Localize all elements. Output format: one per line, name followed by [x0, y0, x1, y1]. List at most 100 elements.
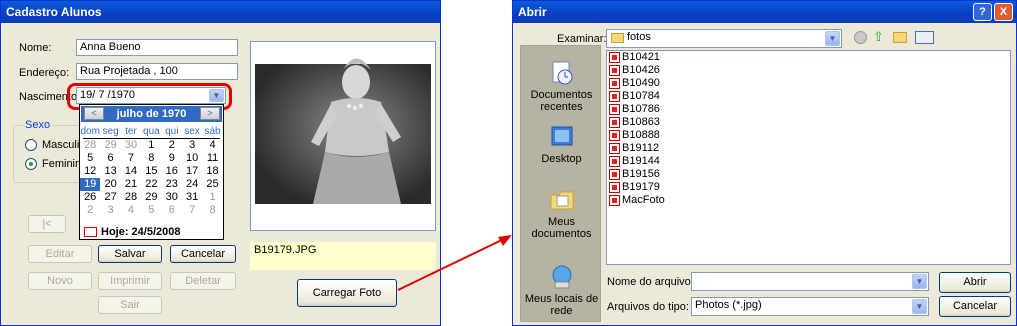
calendar-day[interactable]: 17: [182, 165, 202, 178]
calendar-day[interactable]: 13: [100, 165, 120, 178]
calendar-day[interactable]: 15: [141, 165, 161, 178]
calendar-next-button[interactable]: >: [200, 107, 220, 120]
abrir-cancelar-button[interactable]: Cancelar: [939, 296, 1011, 317]
place-my-documents[interactable]: Meus documentos: [521, 187, 602, 240]
novo-button[interactable]: Novo: [28, 272, 92, 290]
tipo-value: Photos (*.jpg): [695, 299, 762, 311]
file-item[interactable]: B10784: [609, 90, 1010, 103]
image-file-icon: [609, 169, 620, 180]
abrir-titlebar[interactable]: Abrir: [513, 1, 1016, 23]
calendar-day[interactable]: 25: [202, 178, 222, 191]
chevron-down-icon[interactable]: ▼: [912, 274, 927, 289]
calendar-day[interactable]: 22: [141, 178, 161, 191]
calendar-day[interactable]: 16: [162, 165, 182, 178]
place-recent[interactable]: Documentos recentes: [521, 60, 602, 113]
calendar-day[interactable]: 29: [141, 191, 161, 204]
calendar-day[interactable]: 4: [202, 139, 222, 152]
chevron-down-icon[interactable]: ▼: [912, 299, 927, 314]
calendar-day[interactable]: 3: [182, 139, 202, 152]
calendar-day[interactable]: 30: [121, 139, 141, 152]
folder-combo[interactable]: fotos ▼: [606, 29, 842, 48]
calendar-day[interactable]: 4: [121, 204, 141, 217]
calendar-day[interactable]: 30: [162, 191, 182, 204]
image-file-icon: [609, 78, 620, 89]
calendar-day[interactable]: 19: [80, 178, 101, 191]
calendar-day[interactable]: 12: [80, 165, 100, 178]
calendar-day[interactable]: 31: [182, 191, 202, 204]
calendar-day[interactable]: 10: [182, 152, 202, 165]
calendar-day[interactable]: 9: [162, 152, 182, 165]
calendar-day[interactable]: 6: [162, 204, 182, 217]
chevron-down-icon[interactable]: ▼: [825, 31, 840, 46]
calendar-day[interactable]: 24: [182, 178, 202, 191]
calendar-day[interactable]: 18: [202, 165, 222, 178]
calendar-day[interactable]: 27: [100, 191, 120, 204]
endereco-label: Endereço:: [19, 67, 70, 79]
up-folder-icon[interactable]: ⇧: [873, 30, 887, 45]
salvar-button[interactable]: Salvar: [98, 245, 162, 263]
deletar-button[interactable]: Deletar: [170, 272, 236, 290]
calendar-day[interactable]: 5: [141, 204, 161, 217]
place-desktop[interactable]: Desktop: [521, 124, 602, 165]
calendar-day[interactable]: 2: [80, 204, 100, 217]
file-item[interactable]: B10490: [609, 77, 1010, 90]
calendar-day[interactable]: 1: [141, 139, 161, 152]
file-item[interactable]: B19144: [609, 155, 1010, 168]
masculino-radio[interactable]: [25, 139, 37, 151]
calendar-weekday: qua: [143, 126, 160, 137]
first-record-button[interactable]: |<: [28, 215, 66, 233]
calendar-day[interactable]: 2: [162, 139, 182, 152]
file-item[interactable]: B10786: [609, 103, 1010, 116]
file-item[interactable]: B19112: [609, 142, 1010, 155]
file-item[interactable]: B10863: [609, 116, 1010, 129]
file-item[interactable]: B10421: [609, 51, 1010, 64]
tipo-combo[interactable]: Photos (*.jpg) ▼: [691, 297, 929, 316]
calendar-day[interactable]: 28: [80, 139, 100, 152]
calendar-day[interactable]: 8: [141, 152, 161, 165]
calendar-day[interactable]: 7: [182, 204, 202, 217]
file-list[interactable]: B10421 B10426 B10490 B10784 B10786 B10863 B108…: [606, 50, 1011, 265]
calendar-day[interactable]: 3: [100, 204, 120, 217]
calendar-day[interactable]: 26: [80, 191, 100, 204]
view-menu-icon[interactable]: [915, 31, 934, 44]
image-file-icon: [609, 143, 620, 154]
file-item[interactable]: B19156: [609, 168, 1010, 181]
carregar-foto-button[interactable]: Carregar Foto: [297, 279, 397, 307]
calendar-prev-button[interactable]: <: [84, 107, 104, 120]
calendar-day[interactable]: 14: [121, 165, 141, 178]
cancelar-button[interactable]: Cancelar: [170, 245, 236, 263]
file-item[interactable]: B10426: [609, 64, 1010, 77]
endereco-field[interactable]: Rua Projetada , 100: [76, 63, 238, 80]
place-network[interactable]: Meus locais de rede: [521, 264, 602, 317]
imprimir-button[interactable]: Imprimir: [98, 272, 162, 290]
feminino-radio[interactable]: [25, 158, 37, 170]
calendar-day[interactable]: 29: [100, 139, 120, 152]
today-label[interactable]: Hoje: 24/5/2008: [101, 226, 181, 238]
close-button[interactable]: X: [994, 3, 1013, 21]
editar-button[interactable]: Editar: [28, 245, 92, 263]
calendar-dropdown[interactable]: julho de 1970 < > dom seg ter qua qui sex sáb 2…: [79, 104, 224, 240]
calendar-day[interactable]: 5: [80, 152, 100, 165]
back-icon[interactable]: [854, 31, 867, 44]
student-photo: [255, 58, 431, 204]
calendar-day[interactable]: 8: [202, 204, 222, 217]
file-item[interactable]: B10888: [609, 129, 1010, 142]
calendar-day[interactable]: 20: [100, 178, 120, 191]
file-item[interactable]: B19179: [609, 181, 1010, 194]
cadastro-titlebar[interactable]: Cadastro Alunos: [1, 1, 440, 23]
calendar-day[interactable]: 6: [100, 152, 120, 165]
nome-field[interactable]: Anna Bueno: [76, 39, 238, 56]
calendar-day[interactable]: 1: [202, 191, 222, 204]
new-folder-icon[interactable]: [893, 32, 907, 43]
calendar-day[interactable]: 23: [162, 178, 182, 191]
nome-label: Nome:: [19, 42, 52, 54]
calendar-day[interactable]: 21: [121, 178, 141, 191]
calendar-day[interactable]: 28: [121, 191, 141, 204]
nome-arquivo-field[interactable]: ▼: [691, 272, 929, 291]
abrir-button[interactable]: Abrir: [939, 272, 1011, 293]
file-item[interactable]: MacFoto: [609, 194, 1010, 207]
help-button[interactable]: ?: [973, 3, 992, 21]
sair-button[interactable]: Sair: [98, 296, 162, 314]
calendar-day[interactable]: 7: [121, 152, 141, 165]
calendar-day[interactable]: 11: [202, 152, 222, 165]
